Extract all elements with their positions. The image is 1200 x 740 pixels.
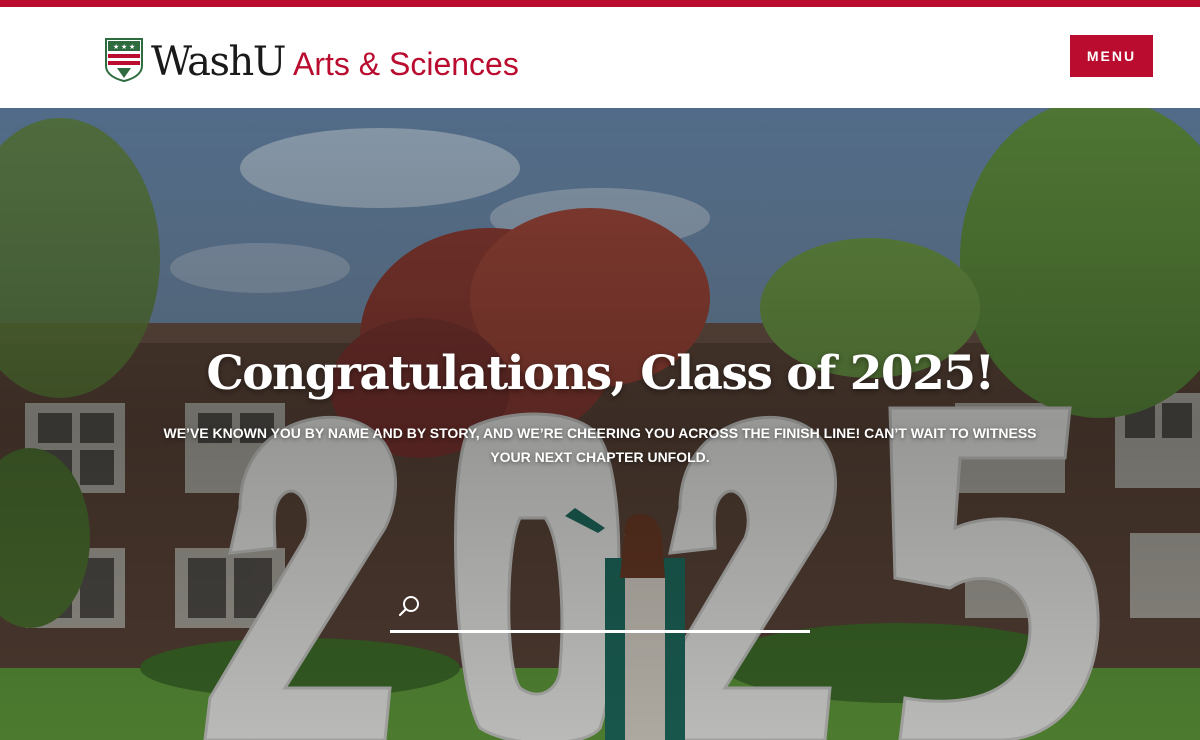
hero-banner: Congratulations, Class of 2025! We’ve kn… [0,108,1200,740]
logo-arts-sciences-text: Arts & Sciences [292,46,519,82]
search-underline [390,630,810,633]
logo-washu-text: WashU [151,39,286,85]
svg-text:★: ★ [121,43,127,51]
site-logo-link[interactable]: ★ ★ ★ WashU Arts & Sciences [105,38,519,82]
washu-shield-icon: ★ ★ ★ [105,38,143,82]
hero-subtitle: We’ve known you by name and by story, an… [163,425,1037,465]
svg-text:★: ★ [113,43,119,51]
menu-button[interactable]: MENU [1070,35,1153,77]
search-icon[interactable] [398,594,422,618]
top-accent-bar [0,0,1200,7]
search-form [390,586,810,636]
svg-text:★: ★ [129,43,135,51]
hero-title: Congratulations, Class of 2025! [206,346,995,401]
site-header: ★ ★ ★ WashU Arts & Sciences MENU [0,7,1200,108]
search-input[interactable] [430,592,804,624]
